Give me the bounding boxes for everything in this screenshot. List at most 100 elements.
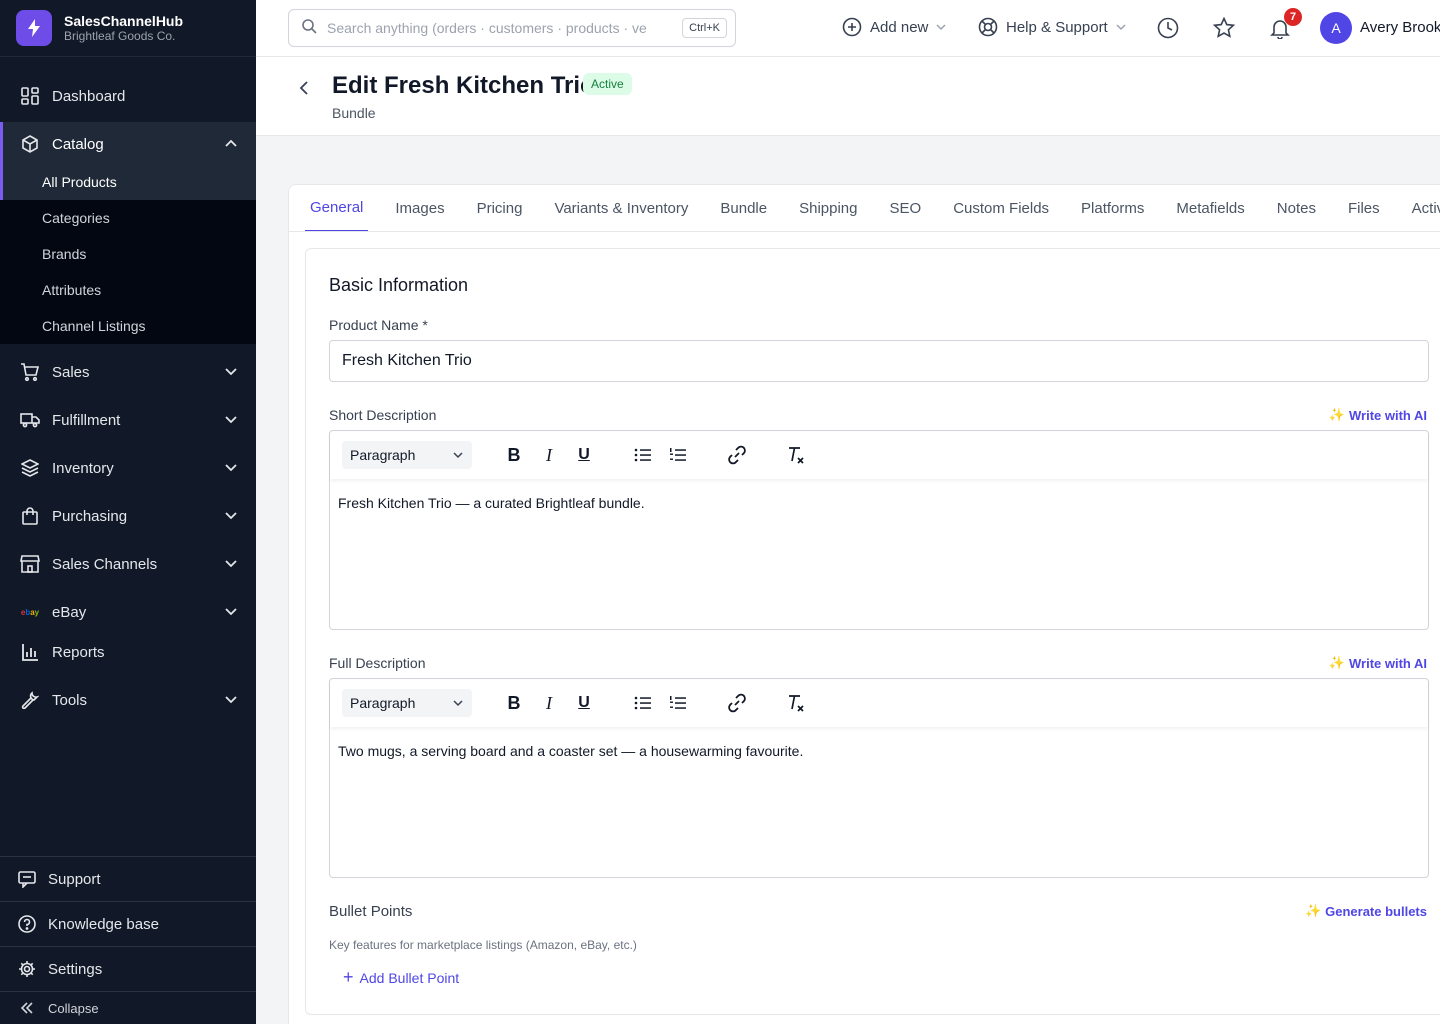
clear-format-icon[interactable]	[786, 693, 806, 713]
product-type: Bundle	[332, 105, 376, 121]
double-chevron-left-icon	[18, 999, 36, 1017]
full-description-ai-button[interactable]: ✨ Write with AI	[1329, 655, 1427, 671]
plus-icon: +	[343, 967, 354, 987]
sidebar-bottom-label: Settings	[48, 960, 103, 978]
sidebar-item-inventory[interactable]: Inventory	[0, 446, 256, 490]
sidebar-subitem-channel-listings[interactable]: Channel Listings	[0, 308, 256, 344]
sidebar-subitem-brands[interactable]: Brands	[0, 236, 256, 272]
sidebar-item-reports[interactable]: Reports	[0, 630, 256, 674]
sidebar-knowledge-base[interactable]: Knowledge base	[0, 901, 256, 946]
ai-link-label: Write with AI	[1349, 407, 1427, 423]
sidebar-item-dashboard[interactable]: Dashboard	[0, 74, 256, 118]
chat-support-icon	[18, 870, 36, 888]
status-badge: Active	[583, 73, 632, 95]
layers-icon	[20, 458, 40, 478]
tab-files[interactable]: Files	[1343, 185, 1385, 231]
ai-link-label: Write with AI	[1349, 655, 1427, 671]
italic-icon[interactable]: I	[539, 445, 559, 465]
sidebar-support[interactable]: Support	[0, 856, 256, 901]
search-box[interactable]: Ctrl+K	[288, 9, 736, 47]
help-label: Help & Support	[1006, 18, 1108, 36]
short-description-content[interactable]: Fresh Kitchen Trio — a curated Brightlea…	[338, 495, 645, 511]
numbered-list-icon[interactable]	[668, 693, 688, 713]
sidebar-item-tools[interactable]: Tools	[0, 678, 256, 722]
sidebar-item-sales-channels[interactable]: Sales Channels	[0, 542, 256, 586]
user-name[interactable]: Avery Brook	[1360, 19, 1440, 36]
full-description-content[interactable]: Two mugs, a serving board and a coaster …	[338, 743, 803, 759]
search-icon	[301, 18, 317, 39]
tab-platforms[interactable]: Platforms	[1076, 185, 1149, 231]
full-description-label: Full Description	[329, 655, 426, 671]
chevron-down-icon	[225, 416, 237, 424]
paragraph-format-select[interactable]: Paragraph	[342, 441, 472, 469]
sidebar-subitem-all-products[interactable]: All Products	[0, 164, 256, 200]
sidebar-item-fulfillment[interactable]: Fulfillment	[0, 398, 256, 442]
sidebar-item-ebay[interactable]: ebay eBay	[0, 590, 256, 634]
history-clock-icon[interactable]	[1156, 16, 1180, 40]
short-description-label: Short Description	[329, 407, 437, 423]
avatar[interactable]: A	[1320, 12, 1352, 44]
underline-icon[interactable]: U	[574, 445, 594, 465]
underline-icon[interactable]: U	[574, 693, 594, 713]
truck-icon	[20, 410, 40, 430]
sidebar-item-purchasing[interactable]: Purchasing	[0, 494, 256, 538]
add-new-button[interactable]: Add new	[842, 17, 946, 37]
help-support-button[interactable]: Help & Support	[978, 17, 1126, 37]
full-description-editor: Paragraph B I U Two mugs, a serving boar…	[329, 678, 1429, 878]
search-input[interactable]	[327, 20, 657, 36]
sidebar-subitem-attributes[interactable]: Attributes	[0, 272, 256, 308]
cart-icon	[20, 362, 40, 382]
cube-icon	[20, 134, 40, 154]
short-description-ai-button[interactable]: ✨ Write with AI	[1329, 407, 1427, 423]
add-bullet-point-button[interactable]: + Add Bullet Point	[343, 967, 459, 988]
product-edit-card: General Images Pricing Variants & Invent…	[288, 184, 1440, 1024]
tab-pricing[interactable]: Pricing	[472, 185, 528, 231]
editor-toolbar: Paragraph B I U	[330, 679, 1428, 727]
chevron-down-icon	[225, 368, 237, 376]
tab-custom-fields[interactable]: Custom Fields	[948, 185, 1054, 231]
sidebar-item-catalog[interactable]: Catalog	[0, 122, 256, 166]
tab-metafields[interactable]: Metafields	[1171, 185, 1249, 231]
star-icon[interactable]	[1212, 16, 1236, 40]
bullet-list-icon[interactable]	[633, 693, 653, 713]
lifebuoy-icon	[978, 17, 998, 37]
bold-icon[interactable]: B	[504, 445, 524, 465]
sidebar-collapse[interactable]: Collapse	[0, 991, 256, 1024]
sidebar-item-label: Purchasing	[52, 507, 128, 525]
sidebar-settings[interactable]: Settings	[0, 946, 256, 991]
dashboard-icon	[20, 86, 40, 106]
tab-shipping[interactable]: Shipping	[794, 185, 862, 231]
tab-variants-inventory[interactable]: Variants & Inventory	[549, 185, 693, 231]
numbered-list-icon[interactable]	[668, 445, 688, 465]
tab-notes[interactable]: Notes	[1272, 185, 1321, 231]
product-name-input[interactable]	[329, 340, 1429, 382]
bell-icon[interactable]: 7	[1268, 8, 1302, 40]
tab-activity[interactable]: Activit	[1407, 185, 1440, 231]
bullet-points-label: Bullet Points	[329, 903, 413, 920]
tab-bundle[interactable]: Bundle	[715, 185, 772, 231]
sidebar-item-label: Fulfillment	[52, 411, 121, 429]
brand[interactable]: SalesChannelHub Brightleaf Goods Co.	[0, 0, 256, 57]
italic-icon[interactable]: I	[539, 693, 559, 713]
bold-icon[interactable]: B	[504, 693, 524, 713]
tab-general[interactable]: General	[305, 185, 369, 231]
sparkle-icon: ✨	[1304, 903, 1322, 918]
tab-images[interactable]: Images	[390, 185, 449, 231]
link-icon[interactable]	[727, 693, 747, 713]
back-chevron-icon[interactable]	[296, 79, 312, 97]
link-icon[interactable]	[727, 445, 747, 465]
clear-format-icon[interactable]	[786, 445, 806, 465]
tab-seo[interactable]: SEO	[885, 185, 927, 231]
search-shortcut: Ctrl+K	[682, 18, 727, 38]
editor-toolbar: Paragraph B I U	[330, 431, 1428, 479]
notification-count-badge: 7	[1284, 8, 1302, 26]
bullet-list-icon[interactable]	[633, 445, 653, 465]
tab-bar: General Images Pricing Variants & Invent…	[289, 185, 1440, 232]
sidebar-subitem-categories[interactable]: Categories	[0, 200, 256, 236]
bar-chart-icon	[20, 642, 40, 662]
generate-bullets-button[interactable]: ✨ Generate bullets	[1305, 903, 1427, 919]
sidebar-item-sales[interactable]: Sales	[0, 350, 256, 394]
sidebar-bottom-label: Knowledge base	[48, 915, 159, 933]
paragraph-format-select[interactable]: Paragraph	[342, 689, 472, 717]
sidebar-item-label: eBay	[52, 603, 87, 621]
